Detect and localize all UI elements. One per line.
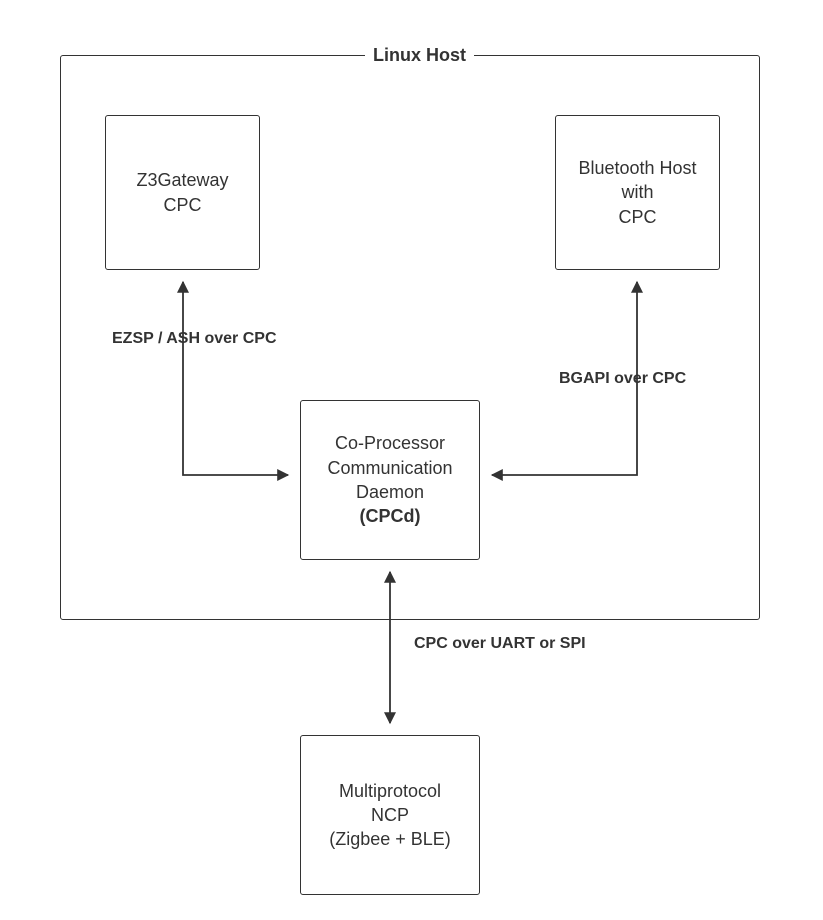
node-cpcd-text: Co-Processor Communication Daemon (CPCd) — [327, 431, 452, 528]
node-cpcd-line3: Daemon — [356, 482, 424, 502]
node-z3gateway-line2: CPC — [163, 195, 201, 215]
node-multiprotocol-ncp: Multiprotocol NCP (Zigbee + BLE) — [300, 735, 480, 895]
node-bthost-line1: Bluetooth Host — [578, 158, 696, 178]
node-z3gateway-line1: Z3Gateway — [136, 170, 228, 190]
node-cpcd-line4: (CPCd) — [360, 506, 421, 526]
node-cpcd-line2: Communication — [327, 458, 452, 478]
edge-label-ezsp: EZSP / ASH over CPC — [108, 330, 281, 348]
node-ncp-line2: NCP — [371, 805, 409, 825]
diagram-canvas: Linux Host Z3Gateway CPC Bluetooth Host … — [0, 0, 823, 920]
node-z3gateway: Z3Gateway CPC — [105, 115, 260, 270]
node-cpcd-line1: Co-Processor — [335, 433, 445, 453]
node-ncp-line3: (Zigbee + BLE) — [329, 829, 451, 849]
node-bthost-line3: CPC — [618, 207, 656, 227]
node-cpcd: Co-Processor Communication Daemon (CPCd) — [300, 400, 480, 560]
node-bthost-text: Bluetooth Host with CPC — [578, 156, 696, 229]
node-bluetooth-host: Bluetooth Host with CPC — [555, 115, 720, 270]
node-ncp-text: Multiprotocol NCP (Zigbee + BLE) — [329, 779, 451, 852]
linux-host-title: Linux Host — [365, 45, 474, 66]
edge-label-bgapi: BGAPI over CPC — [555, 370, 690, 388]
node-ncp-line1: Multiprotocol — [339, 781, 441, 801]
edge-label-uart: CPC over UART or SPI — [410, 635, 590, 653]
node-bthost-line2: with — [621, 182, 653, 202]
node-z3gateway-text: Z3Gateway CPC — [136, 168, 228, 217]
